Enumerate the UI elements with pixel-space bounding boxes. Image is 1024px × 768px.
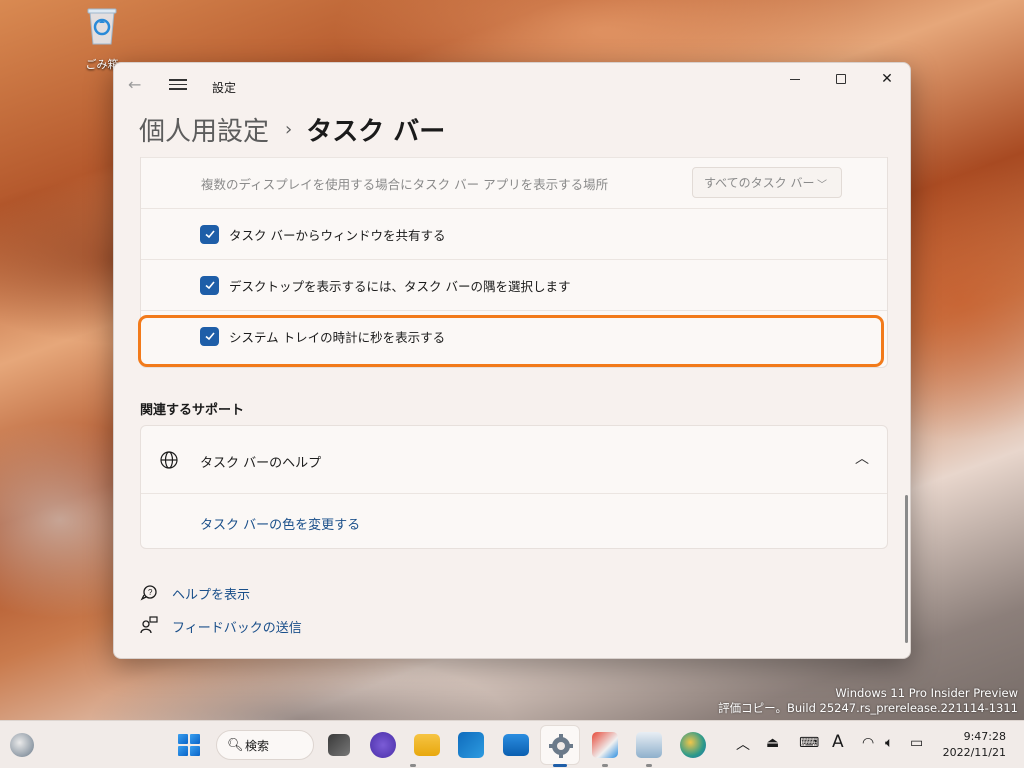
watermark-edition: Windows 11 Pro Insider Preview <box>835 686 1018 700</box>
maximize-button[interactable] <box>818 63 864 95</box>
taskbar-help-title: タスク バーのヘルプ <box>200 456 322 471</box>
share-window-checkbox[interactable] <box>200 224 219 244</box>
microsoft-store-icon[interactable] <box>458 732 484 758</box>
chevron-down-icon: ﹀ <box>817 180 827 191</box>
mail-icon[interactable] <box>503 734 529 756</box>
checkmark-icon <box>204 332 215 341</box>
get-help-link[interactable]: ヘルプを表示 <box>172 584 250 603</box>
breadcrumb: 個人用設定 › タスク バー <box>139 109 445 149</box>
help-chat-icon: ? <box>140 585 157 601</box>
search-label: 検索 <box>245 738 270 753</box>
checkmark-icon <box>204 281 215 290</box>
settings-window: ← 設定 ✕ 個人用設定 › タスク バー 複数のディスプレイを使用する場合にタ… <box>113 62 911 659</box>
dropdown-value: すべてのタスク バー <box>704 176 815 190</box>
related-support-card: タスク バーのヘルプ ︿ タスク バーの色を変更する <box>140 425 888 549</box>
battery-icon[interactable]: ▭ <box>910 735 923 751</box>
close-icon: ✕ <box>881 71 893 87</box>
taskbar-behaviors-card: 複数のディスプレイを使用する場合にタスク バー アプリを表示する場所 すべてのタ… <box>140 157 888 368</box>
chevron-up-icon[interactable]: ︿ <box>855 448 869 468</box>
checkmark-icon <box>204 230 215 239</box>
app-title: 設定 <box>212 81 237 95</box>
back-arrow-icon[interactable]: ← <box>128 75 146 94</box>
snipping-tool-icon[interactable] <box>592 732 618 758</box>
maximize-icon <box>836 74 846 84</box>
share-window-label[interactable]: タスク バーからウィンドウを共有する <box>229 225 445 244</box>
teams-chat-icon[interactable] <box>370 732 396 758</box>
display-icon[interactable]: ⏏ <box>766 735 779 751</box>
minimize-icon <box>790 78 800 80</box>
taskbar-help-expander[interactable]: タスク バーのヘルプ ︿ <box>141 426 887 494</box>
wifi-icon[interactable]: ◠ <box>862 735 874 751</box>
multi-display-setting-row: 複数のディスプレイを使用する場合にタスク バー アプリを表示する場所 すべてのタ… <box>141 157 887 208</box>
share-window-setting-row: タスク バーからウィンドウを共有する <box>141 208 887 259</box>
close-button[interactable]: ✕ <box>864 63 910 95</box>
page-title: タスク バー <box>306 116 446 147</box>
show-seconds-label[interactable]: システム トレイの時計に秒を表示する <box>229 327 445 346</box>
breadcrumb-parent[interactable]: 個人用設定 <box>139 111 269 148</box>
running-indicator <box>410 764 416 767</box>
change-taskbar-color-link[interactable]: タスク バーの色を変更する <box>200 514 360 533</box>
task-view-icon[interactable] <box>328 734 350 756</box>
multi-display-dropdown[interactable]: すべてのタスク バー ﹀ <box>692 167 842 198</box>
show-desktop-corner-checkbox[interactable] <box>200 275 219 295</box>
clock-time: 9:47:28 <box>963 730 1006 743</box>
svg-text:?: ? <box>148 588 153 597</box>
taskbar-search-box[interactable]: 🔍︎ 検索 <box>216 730 314 760</box>
show-desktop-corner-setting-row: デスクトップを表示するには、タスク バーの隅を選択します <box>141 259 887 310</box>
related-support-heading: 関連するサポート <box>140 403 245 418</box>
running-indicator <box>646 764 652 767</box>
taskbar-clock[interactable]: 9:47:28 2022/11/21 <box>943 729 1006 761</box>
edge-canary-icon[interactable] <box>680 732 706 758</box>
breadcrumb-separator-icon: › <box>285 118 293 140</box>
start-button-icon[interactable] <box>178 734 200 756</box>
build-watermark: Windows 11 Pro Insider Preview 評価コピー。Bui… <box>718 686 1018 716</box>
gear-icon <box>549 734 573 758</box>
file-explorer-icon[interactable] <box>414 734 440 756</box>
settings-content: 複数のディスプレイを使用する場合にタスク バー アプリを表示する場所 すべてのタ… <box>138 157 888 657</box>
show-seconds-setting-row: システム トレイの時計に秒を表示する <box>141 310 887 361</box>
running-indicator <box>602 764 608 767</box>
active-indicator <box>553 764 567 767</box>
search-icon: 🔍︎ <box>227 738 244 753</box>
send-feedback-link[interactable]: フィードバックの送信 <box>172 617 302 636</box>
title-bar[interactable]: ← 設定 ✕ <box>114 63 910 107</box>
help-footer-item[interactable]: ? ヘルプを表示 <box>140 583 340 603</box>
ime-icon[interactable]: A <box>832 732 844 752</box>
show-desktop-corner-label[interactable]: デスクトップを表示するには、タスク バーの隅を選択します <box>229 276 570 295</box>
globe-icon <box>160 451 178 469</box>
watermark-build: 評価コピー。Build 25247.rs_prerelease.221114-1… <box>718 701 1018 715</box>
widgets-icon[interactable] <box>10 733 34 757</box>
chevron-up-icon[interactable]: ︿ <box>736 734 750 754</box>
minimize-button[interactable] <box>772 63 818 95</box>
resource-monitor-icon[interactable] <box>636 732 662 758</box>
feedback-person-icon <box>140 616 158 634</box>
settings-taskbar-button[interactable] <box>540 725 580 765</box>
keyboard-icon[interactable]: ⌨ <box>799 735 819 751</box>
multi-display-label: 複数のディスプレイを使用する場合にタスク バー アプリを表示する場所 <box>201 176 609 192</box>
volume-icon[interactable]: 🔈︎ <box>885 735 893 751</box>
recycle-bin-icon <box>85 6 119 46</box>
show-seconds-checkbox[interactable] <box>200 326 219 346</box>
hamburger-menu-icon[interactable] <box>169 76 187 92</box>
clock-date: 2022/11/21 <box>942 746 1006 759</box>
feedback-footer-item[interactable]: フィードバックの送信 <box>140 616 340 636</box>
vertical-scrollbar[interactable] <box>905 495 908 643</box>
taskbar: 🔍︎ 検索 ︿ ⏏ ⌨ A ◠ 🔈︎ ▭ 9:47:28 2022/11/21 <box>0 720 1024 768</box>
